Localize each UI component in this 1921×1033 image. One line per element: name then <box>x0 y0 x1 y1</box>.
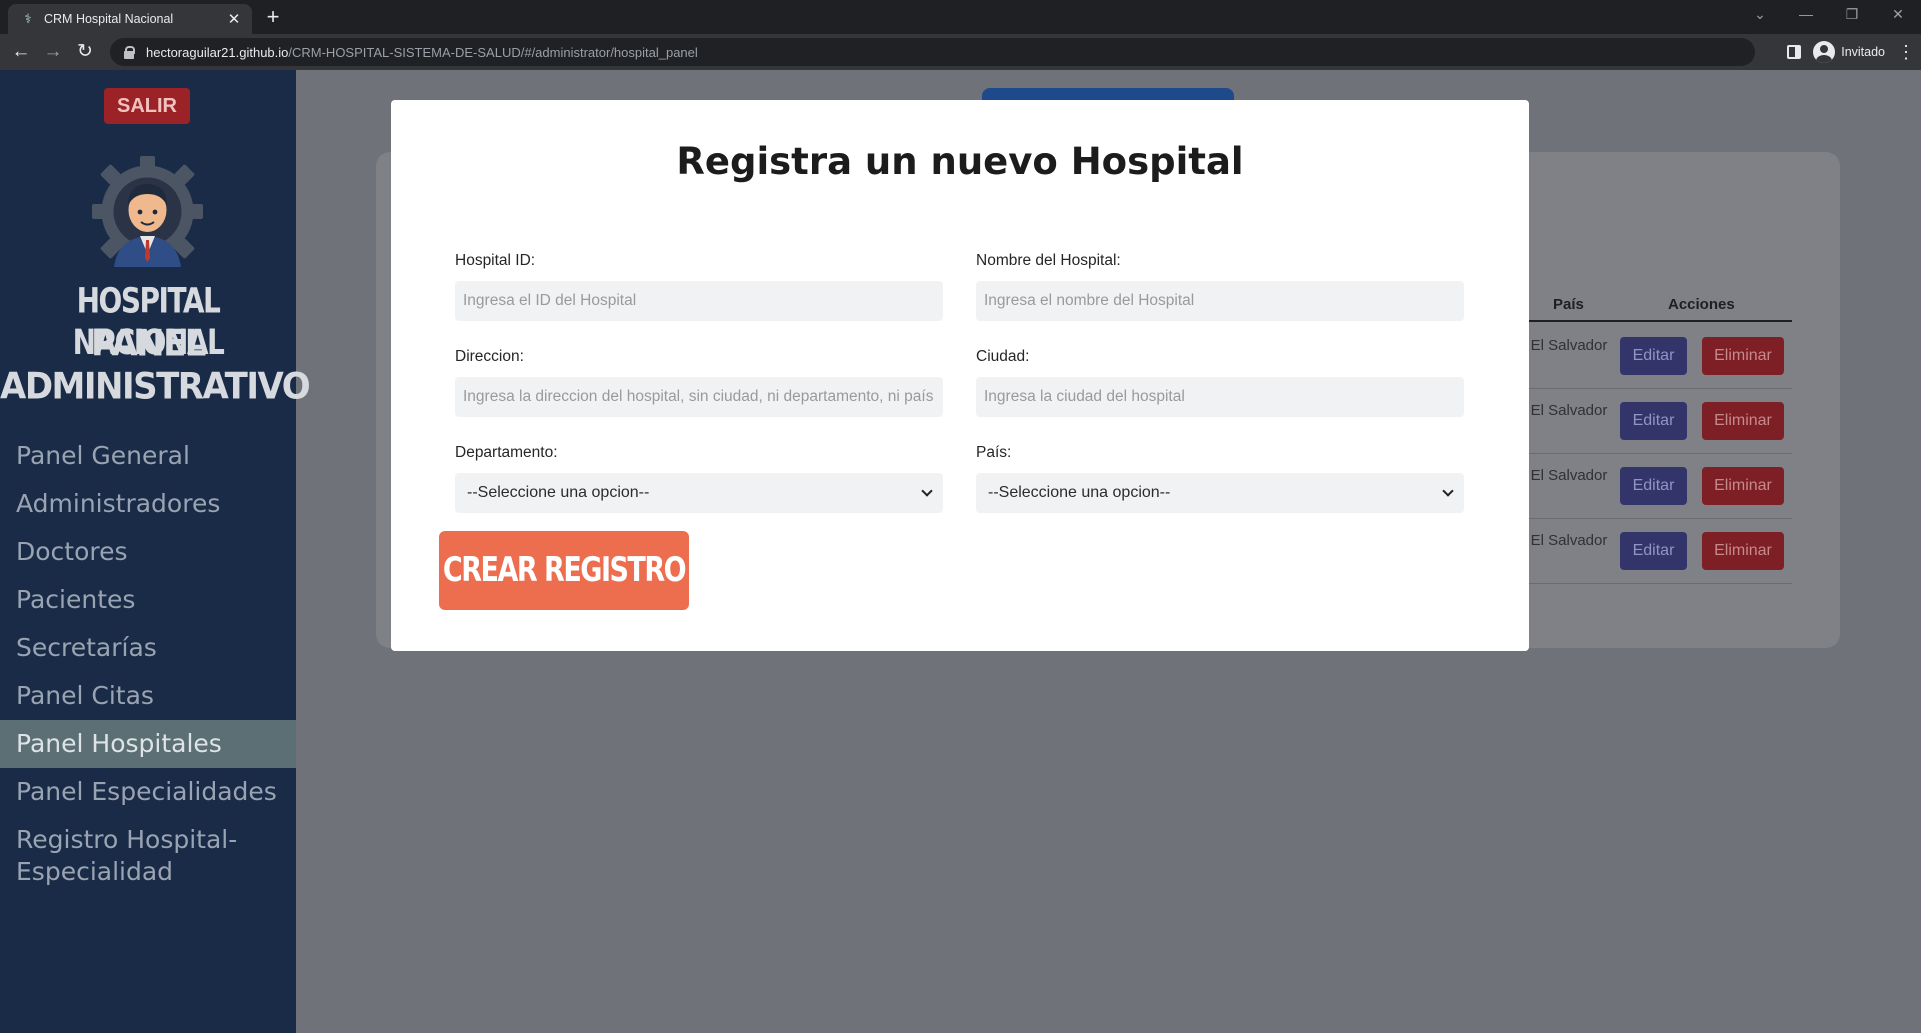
department-select[interactable]: --Seleccione una opcion-- <box>455 473 943 513</box>
table-row: El Salvador Editar Eliminar <box>1528 454 1792 519</box>
minimize-icon[interactable]: — <box>1783 0 1829 30</box>
address-bar[interactable]: hectoraguilar21.github.io /CRM-HOSPITAL-… <box>110 38 1755 66</box>
delete-button[interactable]: Eliminar <box>1702 467 1784 505</box>
url-path: /CRM-HOSPITAL-SISTEMA-DE-SALUD/#/adminis… <box>288 44 698 60</box>
department-select-value: --Seleccione una opcion-- <box>467 484 650 501</box>
forward-arrow-icon[interactable]: → <box>40 40 66 66</box>
cell-country: El Salvador <box>1530 337 1608 354</box>
profile-button[interactable]: Invitado <box>1813 41 1885 63</box>
cell-country: El Salvador <box>1530 532 1608 549</box>
toolbar-right: Invitado ⋮ <box>1787 38 1915 66</box>
hospital-name-input[interactable] <box>976 281 1464 321</box>
window-controls: ⌄ — ❐ ✕ <box>1737 0 1921 34</box>
column-header-country: País <box>1553 296 1584 313</box>
city-input[interactable] <box>976 377 1464 417</box>
department-label: Departamento: <box>455 444 558 461</box>
delete-button[interactable]: Eliminar <box>1702 532 1784 570</box>
restore-icon[interactable]: ❐ <box>1829 0 1875 30</box>
sidebar-item-registro-hospital-especialidad[interactable]: Registro Hospital-Especialidad <box>0 816 296 888</box>
caduceus-favicon-icon: ⚕ <box>24 11 32 26</box>
brand-subtitle-line-1: PANEL <box>91 322 206 366</box>
tab-close-icon[interactable]: ✕ <box>226 10 242 28</box>
lock-icon <box>124 45 135 59</box>
chevron-down-icon <box>921 485 933 497</box>
browser-tab[interactable]: ⚕ CRM Hospital Nacional ✕ <box>8 4 252 34</box>
hospital-id-label: Hospital ID: <box>455 252 536 269</box>
create-record-button[interactable]: CREAR REGISTRO <box>439 531 689 610</box>
reload-icon[interactable]: ↻ <box>72 40 98 66</box>
doctor-gear-icon <box>92 156 203 267</box>
table-row: El Salvador Editar Eliminar <box>1528 389 1792 454</box>
sidebar-item-panel-hospitales[interactable]: Panel Hospitales <box>0 720 296 768</box>
edit-button[interactable]: Editar <box>1620 532 1687 570</box>
edit-button[interactable]: Editar <box>1620 402 1687 440</box>
logout-button[interactable]: SALIR <box>104 88 190 124</box>
edit-button[interactable]: Editar <box>1620 467 1687 505</box>
browser-menu-icon[interactable]: ⋮ <box>1897 42 1915 63</box>
hospital-id-input[interactable] <box>455 281 943 321</box>
address-label: Direccion: <box>455 348 524 365</box>
url-host: hectoraguilar21.github.io <box>146 44 289 60</box>
tab-search-icon[interactable]: ⌄ <box>1737 0 1783 30</box>
sidebar-item-panel-citas[interactable]: Panel Citas <box>0 672 296 720</box>
chevron-down-icon <box>1442 485 1454 497</box>
tab-title: CRM Hospital Nacional <box>44 12 174 26</box>
profile-label: Invitado <box>1841 45 1885 59</box>
country-label: País: <box>976 444 1012 461</box>
address-input[interactable] <box>455 377 943 417</box>
brand-subtitle: PANEL ADMINISTRATIVO <box>0 322 311 409</box>
back-arrow-icon[interactable]: ← <box>8 40 34 66</box>
page-viewport: SALIR HOSPITAL NACIONAL PANEL ADMINISTRA… <box>0 70 1921 1033</box>
new-tab-button[interactable]: + <box>260 5 286 31</box>
sidebar-item-panel-general[interactable]: Panel General <box>0 432 296 480</box>
country-select[interactable]: --Seleccione una opcion-- <box>976 473 1464 513</box>
close-window-icon[interactable]: ✕ <box>1875 0 1921 30</box>
new-hospital-modal: Registra un nuevo Hospital Hospital ID: … <box>391 100 1529 651</box>
sidebar-item-doctores[interactable]: Doctores <box>0 528 296 576</box>
cell-country: El Salvador <box>1530 402 1608 419</box>
edit-button[interactable]: Editar <box>1620 337 1687 375</box>
sidebar-item-secretarias[interactable]: Secretarías <box>0 624 296 672</box>
table-row: El Salvador Editar Eliminar <box>1528 324 1792 389</box>
table-header: País Acciones <box>1528 292 1792 322</box>
modal-title: Registra un nuevo Hospital <box>676 140 1244 183</box>
sidebar-item-administradores[interactable]: Administradores <box>0 480 296 528</box>
city-label: Ciudad: <box>976 348 1030 365</box>
delete-button[interactable]: Eliminar <box>1702 337 1784 375</box>
country-select-value: --Seleccione una opcion-- <box>988 484 1171 501</box>
create-record-label: CREAR REGISTRO <box>442 551 687 590</box>
browser-toolbar: ← → ↻ hectoraguilar21.github.io /CRM-HOS… <box>0 34 1921 70</box>
cell-country: El Salvador <box>1530 467 1608 484</box>
sidebar-item-pacientes[interactable]: Pacientes <box>0 576 296 624</box>
delete-button[interactable]: Eliminar <box>1702 402 1784 440</box>
sidebar-nav: Panel General Administradores Doctores P… <box>0 432 296 888</box>
sidebar-item-panel-especialidades[interactable]: Panel Especialidades <box>0 768 296 816</box>
sidebar: SALIR HOSPITAL NACIONAL PANEL ADMINISTRA… <box>0 70 311 1033</box>
side-panel-icon[interactable] <box>1787 45 1802 59</box>
browser-tab-strip: ⚕ CRM Hospital Nacional ✕ + ⌄ — ❐ ✕ <box>0 0 1921 34</box>
avatar-icon <box>1813 41 1836 63</box>
hospital-name-label: Nombre del Hospital: <box>976 252 1121 269</box>
table-row: El Salvador Editar Eliminar <box>1528 519 1792 584</box>
column-header-actions: Acciones <box>1668 296 1735 313</box>
brand-subtitle-line-2: ADMINISTRATIVO <box>0 365 311 409</box>
